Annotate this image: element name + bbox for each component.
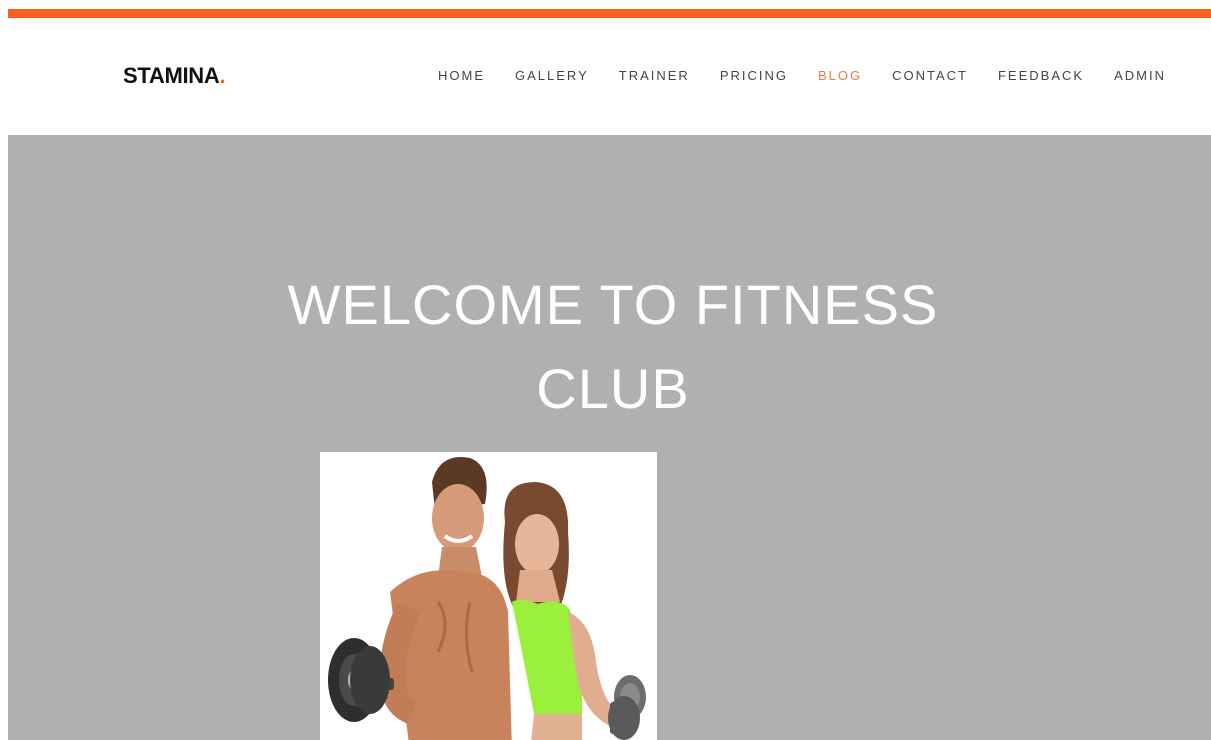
hero-section: WELCOME TO FITNESS CLUB bbox=[8, 135, 1211, 740]
hero-title-line-1: WELCOME TO FITNESS bbox=[287, 273, 939, 336]
nav-item-gallery[interactable]: GALLERY bbox=[515, 68, 589, 83]
nav-item-home[interactable]: HOME bbox=[438, 68, 485, 83]
nav-item-feedback[interactable]: FEEDBACK bbox=[998, 68, 1084, 83]
page: STAMINA. HOME GALLERY TRAINER PRICING BL… bbox=[0, 0, 1211, 740]
hero-title: WELCOME TO FITNESS CLUB bbox=[8, 263, 1211, 431]
brand-name: STAMINA bbox=[123, 63, 220, 88]
main-nav: HOME GALLERY TRAINER PRICING BLOG CONTAC… bbox=[438, 68, 1196, 83]
top-accent-bar bbox=[8, 9, 1211, 18]
brand-dot: . bbox=[219, 63, 226, 88]
nav-item-admin[interactable]: ADMIN bbox=[1114, 68, 1166, 83]
nav-item-pricing[interactable]: PRICING bbox=[720, 68, 788, 83]
fitness-couple-illustration bbox=[320, 452, 657, 740]
nav-item-contact[interactable]: CONTACT bbox=[892, 68, 968, 83]
hero-fitness-image bbox=[320, 452, 657, 740]
brand-logo[interactable]: STAMINA. bbox=[123, 63, 226, 89]
nav-item-blog[interactable]: BLOG bbox=[818, 68, 862, 83]
site-header: STAMINA. HOME GALLERY TRAINER PRICING BL… bbox=[8, 18, 1211, 135]
nav-item-trainer[interactable]: TRAINER bbox=[619, 68, 690, 83]
hero-title-line-2: CLUB bbox=[536, 357, 690, 420]
